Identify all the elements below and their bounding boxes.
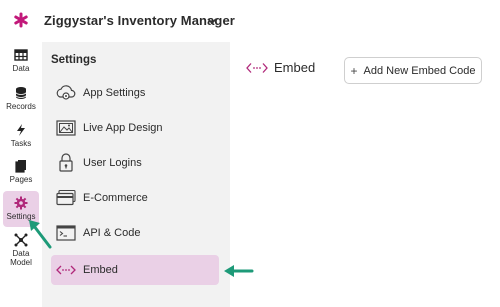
page-header: Embed: [246, 60, 315, 75]
rail-item-pages[interactable]: Pages: [0, 159, 42, 184]
menu-item-embed[interactable]: Embed: [51, 255, 219, 285]
rail-label: Data: [12, 64, 30, 73]
plus-icon: +: [350, 63, 358, 78]
lightning-icon: [17, 124, 25, 136]
menu-item-label: API & Code: [83, 227, 141, 239]
credit-card-icon: [55, 188, 77, 208]
database-icon: [15, 87, 27, 99]
pages-icon: [15, 160, 26, 173]
rail-item-records[interactable]: Records: [0, 86, 42, 111]
add-button-label: Add New Embed Code: [363, 64, 476, 77]
panel-title: Settings: [51, 54, 97, 66]
lock-icon: [55, 153, 77, 173]
image-icon: [55, 118, 77, 138]
embed-icon: [55, 260, 77, 280]
rail-label: Tasks: [10, 139, 32, 148]
menu-item-user-logins[interactable]: User Logins: [51, 148, 219, 178]
table-icon: [14, 49, 28, 61]
embed-icon: [246, 62, 268, 73]
menu-item-label: Live App Design: [83, 122, 163, 134]
brand-logo-icon[interactable]: [12, 11, 30, 29]
settings-panel: Settings App Settings Live App Design Us…: [42, 42, 230, 307]
menu-item-label: User Logins: [83, 157, 142, 169]
callout-arrow-embed-icon: [224, 265, 254, 277]
cloud-gear-icon: [55, 83, 77, 103]
rail-label: Pages: [9, 175, 33, 184]
rail-item-tasks[interactable]: Tasks: [0, 123, 42, 148]
add-embed-code-button[interactable]: + Add New Embed Code: [344, 57, 482, 84]
menu-item-app-settings[interactable]: App Settings: [51, 78, 219, 108]
menu-item-label: Embed: [83, 264, 118, 276]
terminal-icon: [55, 223, 77, 243]
main-content: Embed + Add New Embed Code: [230, 42, 500, 307]
gear-icon: [14, 196, 28, 210]
menu-item-e-commerce[interactable]: E-Commerce: [51, 183, 219, 213]
top-bar: Ziggystar's Inventory Manager: [0, 0, 500, 42]
menu-item-label: App Settings: [83, 87, 146, 99]
menu-item-label: E-Commerce: [83, 192, 148, 204]
rail-item-data[interactable]: Data: [0, 48, 42, 73]
menu-item-live-app-design[interactable]: Live App Design: [51, 113, 219, 143]
menu-item-api-code[interactable]: API & Code: [51, 218, 219, 248]
rail-label: Records: [6, 102, 36, 111]
page-title: Embed: [274, 60, 316, 75]
chevron-down-icon[interactable]: [206, 14, 218, 26]
left-rail: Data Records Tasks Pages Settings Data M…: [0, 42, 42, 307]
callout-arrow-settings-icon: [29, 220, 52, 249]
